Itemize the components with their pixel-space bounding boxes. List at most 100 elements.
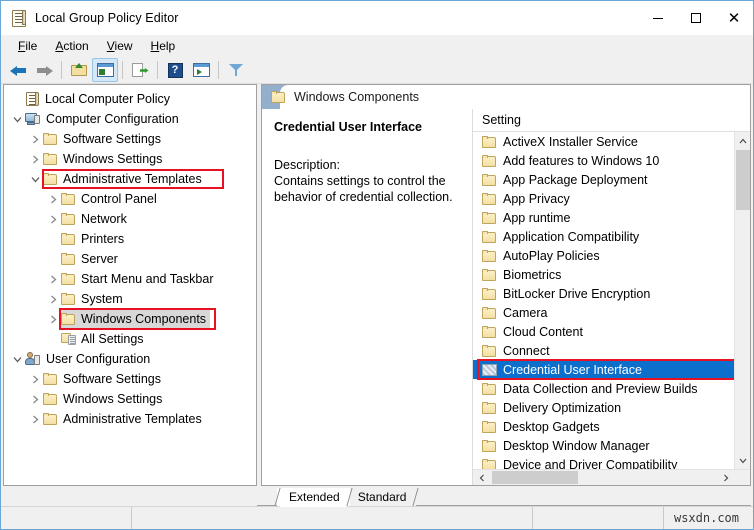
list-item[interactable]: ActiveX Installer Service — [473, 132, 750, 151]
tree-item-start-menu-and-taskbar[interactable]: Start Menu and Taskbar — [4, 269, 256, 289]
menu-view[interactable]: View — [98, 37, 142, 55]
list-item[interactable]: Cloud Content — [473, 322, 750, 341]
scroll-up-button[interactable] — [735, 132, 750, 149]
tree-item-system[interactable]: System — [4, 289, 256, 309]
vertical-scroll-thumb[interactable] — [736, 150, 750, 210]
chevron-right-icon[interactable] — [27, 395, 43, 404]
chevron-right-icon[interactable] — [45, 295, 61, 304]
close-button[interactable]: ✕ — [715, 1, 753, 35]
back-button[interactable] — [5, 58, 31, 82]
tree-item-label: Start Menu and Taskbar — [81, 272, 214, 286]
forward-button[interactable] — [31, 58, 57, 82]
list-item-label: App runtime — [503, 210, 571, 225]
up-one-level-button[interactable] — [66, 58, 92, 82]
folder-icon — [482, 230, 497, 243]
minimize-button[interactable] — [639, 1, 677, 35]
chevron-right-icon[interactable] — [27, 155, 43, 164]
toolbar-separator — [61, 61, 62, 79]
settings-horizontal-scrollbar[interactable] — [473, 469, 750, 485]
list-item[interactable]: Desktop Window Manager — [473, 436, 750, 455]
tree-item-windows-settings-computer[interactable]: Windows Settings — [4, 149, 256, 169]
folder-icon — [482, 401, 497, 414]
chevron-right-icon[interactable] — [45, 315, 61, 324]
tree-item-network[interactable]: Network — [4, 209, 256, 229]
tree-item-label: Windows Components — [81, 312, 207, 326]
tree-item-computer-configuration[interactable]: Computer Configuration — [4, 109, 256, 129]
list-item[interactable]: Delivery Optimization — [473, 398, 750, 417]
description-title: Credential User Interface — [274, 120, 422, 134]
tree-item-all-settings[interactable]: All Settings — [4, 329, 256, 349]
tree-item-windows-settings-user[interactable]: Windows Settings — [4, 389, 256, 409]
folder-icon — [482, 420, 497, 433]
watermark: wsxdn.com — [662, 507, 749, 529]
list-item[interactable]: Application Compatibility — [473, 227, 750, 246]
tree-item-administrative-templates-computer[interactable]: Administrative Templates — [4, 169, 256, 189]
folder-icon — [482, 287, 497, 300]
list-item-label: Connect — [503, 343, 550, 358]
list-item[interactable]: Desktop Gadgets — [473, 417, 750, 436]
list-item[interactable]: Add features to Windows 10 — [473, 151, 750, 170]
tree-item-administrative-templates-user[interactable]: Administrative Templates — [4, 409, 256, 429]
tree-item-user-configuration[interactable]: User Configuration — [4, 349, 256, 369]
show-hide-action-pane-button[interactable] — [188, 58, 214, 82]
filter-button[interactable] — [223, 58, 249, 82]
chevron-right-icon[interactable] — [27, 135, 43, 144]
tree-item-windows-components[interactable]: Windows Components — [4, 308, 256, 330]
list-item[interactable]: AutoPlay Policies — [473, 246, 750, 265]
list-item[interactable]: App runtime — [473, 208, 750, 227]
scroll-left-button[interactable] — [473, 470, 490, 485]
chevron-right-icon[interactable] — [45, 215, 61, 224]
maximize-button[interactable] — [677, 1, 715, 35]
folder-icon — [61, 213, 76, 225]
tab-standard[interactable]: Standard — [345, 488, 417, 506]
chevron-right-icon[interactable] — [45, 195, 61, 204]
list-item-label: Desktop Window Manager — [503, 438, 650, 453]
list-item-label: Delivery Optimization — [503, 400, 622, 415]
folder-icon — [61, 253, 76, 265]
list-item[interactable]: Biometrics — [473, 265, 750, 284]
tree-item-printers[interactable]: Printers — [4, 229, 256, 249]
list-item[interactable]: Connect — [473, 341, 750, 360]
chevron-down-icon[interactable] — [27, 175, 43, 184]
tree-item-software-settings-computer[interactable]: Software Settings — [4, 129, 256, 149]
list-item[interactable]: Data Collection and Preview Builds — [473, 379, 750, 398]
tab-extended[interactable]: Extended — [277, 488, 350, 507]
question-mark-icon: ? — [167, 62, 183, 78]
chevron-down-icon[interactable] — [9, 355, 25, 364]
list-item[interactable]: App Package Deployment — [473, 170, 750, 189]
menu-action[interactable]: Action — [46, 37, 97, 55]
folder-icon — [61, 313, 76, 325]
tree-item-software-settings-user[interactable]: Software Settings — [4, 369, 256, 389]
export-list-button[interactable] — [127, 58, 153, 82]
tree-item-server[interactable]: Server — [4, 249, 256, 269]
settings-vertical-scrollbar[interactable] — [734, 132, 750, 469]
tree-item-label: Windows Settings — [63, 152, 163, 166]
horizontal-scroll-thumb[interactable] — [492, 471, 578, 484]
tree-item-local-computer-policy[interactable]: Local Computer Policy — [4, 89, 256, 109]
tree-item-label: Administrative Templates — [63, 172, 202, 186]
chevron-down-icon[interactable] — [9, 115, 25, 124]
menu-help[interactable]: Help — [142, 37, 185, 55]
chevron-right-icon[interactable] — [45, 275, 61, 284]
list-item[interactable]: Device and Driver Compatibility — [473, 455, 750, 469]
local-group-policy-editor-window: Local Group Policy Editor ✕ File Action … — [0, 0, 754, 530]
chevron-right-icon[interactable] — [27, 375, 43, 384]
list-item[interactable]: App Privacy — [473, 189, 750, 208]
menu-view-label: iew — [114, 39, 133, 53]
list-item[interactable]: Camera — [473, 303, 750, 322]
scroll-right-button[interactable] — [717, 470, 734, 485]
help-button[interactable]: ? — [162, 58, 188, 82]
menu-file[interactable]: File — [9, 37, 46, 55]
tree-item-control-panel[interactable]: Control Panel — [4, 189, 256, 209]
content-area: Local Computer Policy Computer Configura… — [1, 84, 753, 486]
scroll-down-button[interactable] — [735, 452, 750, 469]
folder-icon — [482, 249, 497, 262]
show-hide-console-tree-button[interactable] — [92, 58, 118, 82]
list-item[interactable]: BitLocker Drive Encryption — [473, 284, 750, 303]
folder-icon — [43, 173, 58, 185]
chevron-right-icon[interactable] — [27, 415, 43, 424]
folder-icon — [61, 193, 76, 205]
settings-column-header[interactable]: Setting — [473, 109, 750, 132]
export-list-icon — [131, 63, 149, 77]
list-item-selected[interactable]: Credential User Interface — [473, 359, 750, 380]
